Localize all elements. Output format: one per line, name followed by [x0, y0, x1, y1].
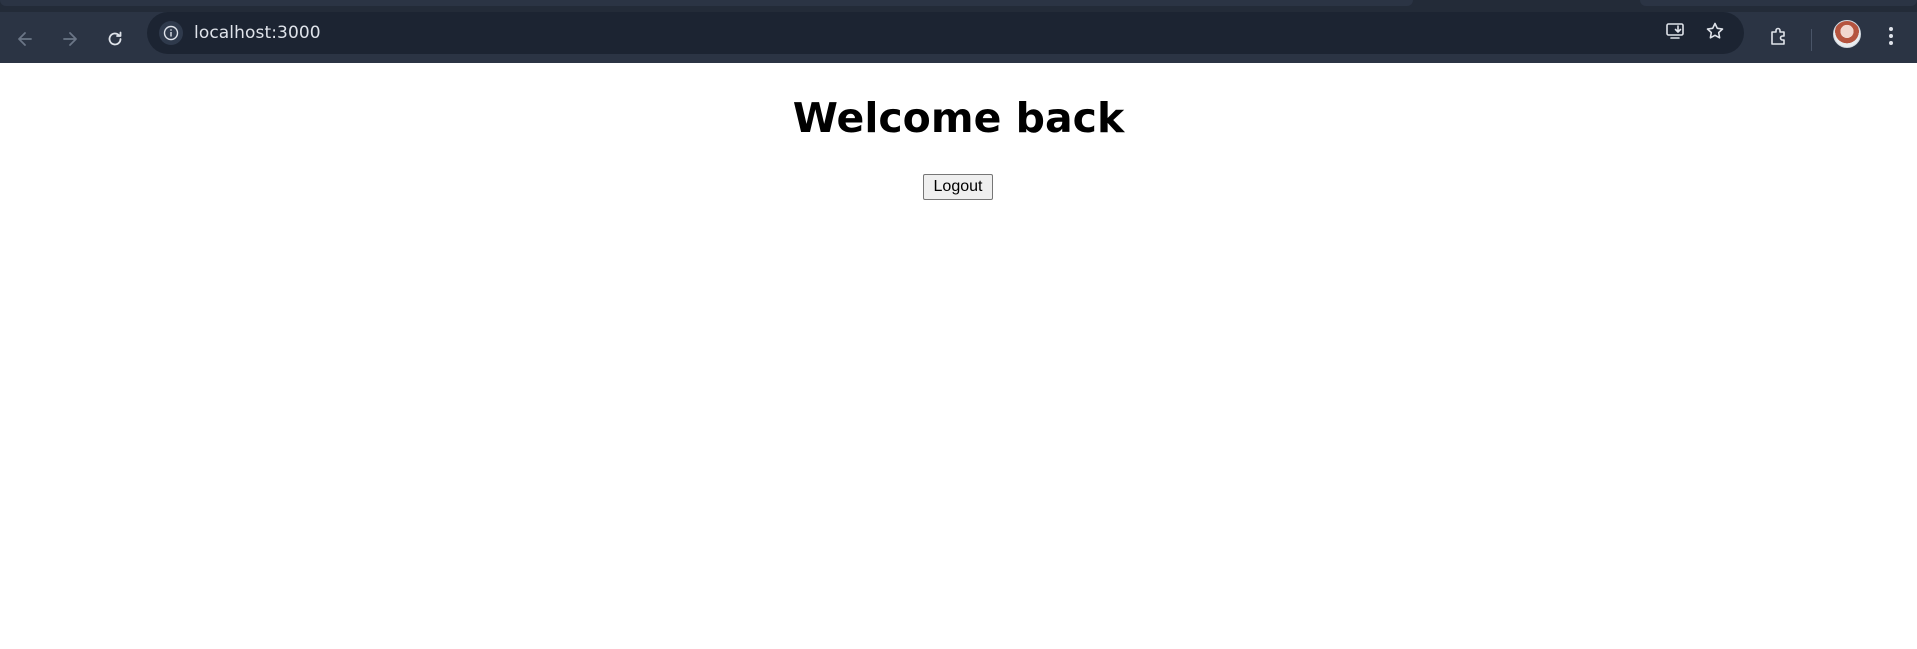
forward-arrow-icon [60, 29, 80, 49]
toolbar-divider [1811, 29, 1812, 51]
tab-strip-segment [1640, 0, 1917, 6]
avatar[interactable] [1833, 20, 1861, 48]
address-bar[interactable]: localhost:3000 [147, 12, 1744, 54]
kebab-menu-icon [1888, 26, 1894, 51]
tab-strip [0, 0, 1917, 12]
logout-button[interactable]: Logout [923, 174, 993, 200]
menu-button[interactable] [1874, 21, 1908, 55]
tab-strip-segment [0, 0, 1413, 6]
browser-toolbar: localhost:3000 [0, 12, 1917, 63]
back-arrow-icon [15, 29, 35, 49]
extensions-button[interactable] [1762, 21, 1796, 55]
page-content: Welcome back Logout [0, 63, 1917, 649]
browser-chrome: localhost:3000 [0, 0, 1917, 63]
back-button[interactable] [8, 22, 42, 56]
puzzle-icon [1768, 25, 1790, 52]
reload-icon [105, 29, 125, 49]
star-icon [1704, 20, 1726, 47]
install-app-button[interactable] [1663, 21, 1687, 45]
info-icon[interactable] [159, 21, 183, 45]
bookmark-button[interactable] [1703, 21, 1727, 45]
forward-button[interactable] [53, 22, 87, 56]
url-text[interactable]: localhost:3000 [194, 23, 321, 43]
install-app-icon [1664, 20, 1686, 47]
page-title: Welcome back [792, 94, 1125, 142]
reload-button[interactable] [98, 22, 132, 56]
